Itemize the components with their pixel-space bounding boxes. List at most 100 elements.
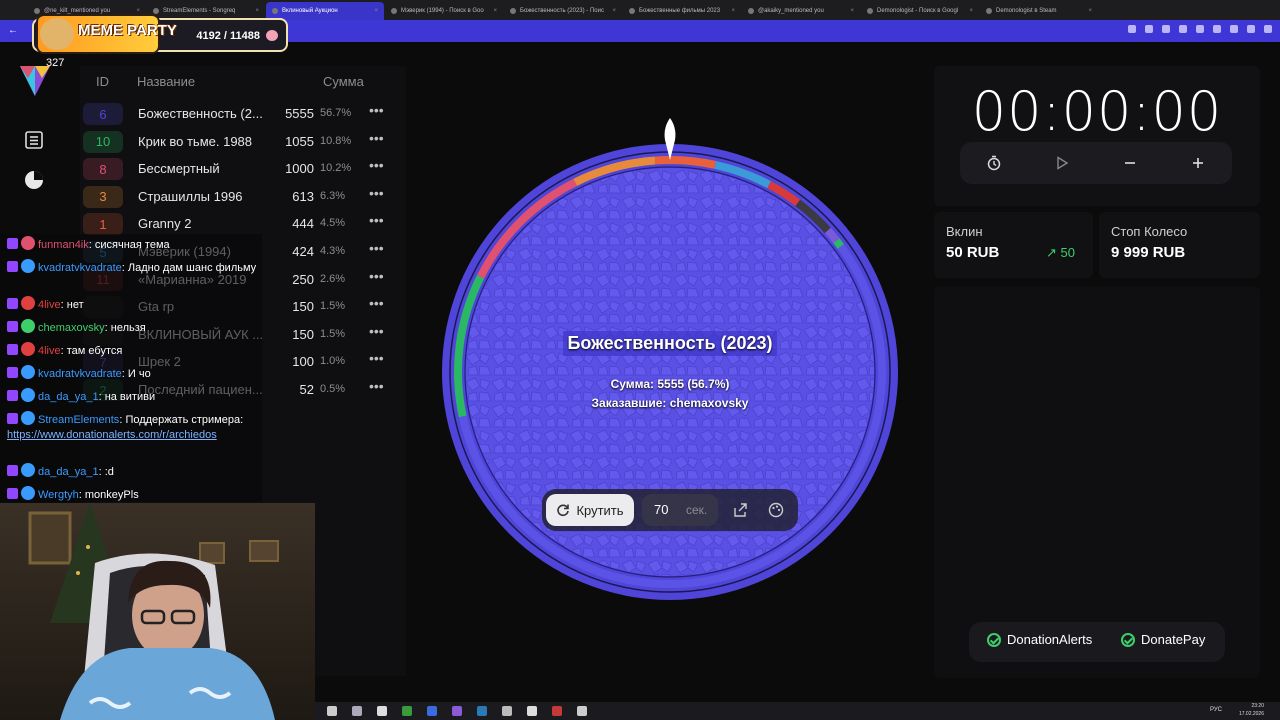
browser-toolbar-icons [1128, 25, 1272, 33]
more-options-icon[interactable]: ••• [369, 130, 384, 146]
browser-tab[interactable]: Demonologist в Steam × [980, 2, 1098, 20]
chat-username[interactable]: da_da_ya_1 [38, 466, 99, 478]
more-options-icon[interactable]: ••• [369, 240, 384, 256]
system-clock[interactable]: 23:20 17.02.2026 [1239, 702, 1264, 718]
donationalerts-label: DonationAlerts [1007, 632, 1093, 647]
lot-percent: 10.2% [320, 162, 352, 175]
chat-username[interactable]: funman4ik [38, 239, 89, 251]
lot-row[interactable]: 3 Страшиллы 1996 613 6.3% ••• [80, 183, 406, 211]
close-tab-icon[interactable]: × [493, 8, 497, 14]
prime-badge-icon [7, 413, 18, 424]
close-tab-icon[interactable]: × [136, 8, 140, 14]
chat-username[interactable]: da_da_ya_1 [38, 391, 99, 403]
more-options-icon[interactable]: ••• [369, 350, 384, 366]
more-options-icon[interactable]: ••• [369, 102, 384, 118]
timer-panel: 00:00:00 [934, 66, 1260, 206]
timer-plus-button[interactable] [1164, 142, 1232, 184]
taskbar-app-icon[interactable] [377, 706, 387, 716]
more-options-icon[interactable]: ••• [369, 378, 384, 394]
chat-link[interactable]: https://www.donationalerts.com/r/archied… [7, 429, 217, 441]
close-tab-icon[interactable]: × [850, 8, 854, 14]
more-options-icon[interactable]: ••• [369, 295, 384, 311]
lot-row[interactable]: 10 Крик во тьме. 1988 1055 10.8% ••• [80, 128, 406, 156]
timer-play-button[interactable] [1028, 142, 1096, 184]
taskbar-app-icon[interactable] [352, 706, 362, 716]
menu-icon[interactable] [1264, 25, 1272, 33]
vklin-card: Вклин 50 RUB ↗ 50 [934, 212, 1093, 278]
chat-username[interactable]: 4live [38, 299, 61, 311]
chat-username[interactable]: kvadratvkvadrate [38, 368, 122, 380]
browser-tab[interactable]: @akaiky_mentioned you × [742, 2, 860, 20]
extension-icon[interactable] [1162, 25, 1170, 33]
timer-minus-button[interactable] [1096, 142, 1164, 184]
taskbar-app-icon[interactable] [402, 706, 412, 716]
prime-badge-icon [7, 488, 18, 499]
spin-button[interactable]: Крутить [546, 494, 634, 526]
lot-percent: 56.7% [320, 107, 352, 119]
lot-sum: 1000 [285, 161, 314, 177]
prime-badge-icon [7, 238, 18, 249]
more-options-icon[interactable]: ••• [369, 323, 384, 339]
taskbar-app-icon[interactable] [452, 706, 462, 716]
taskbar-app-icon[interactable] [477, 706, 487, 716]
lot-id-badge: 3 [83, 185, 123, 208]
browser-tab[interactable]: Demonologist - Поиск в Googl × [861, 2, 979, 20]
taskbar-app-icon[interactable] [527, 706, 537, 716]
extension-icon[interactable] [1145, 25, 1153, 33]
extension-icon[interactable] [1213, 25, 1221, 33]
close-tab-icon[interactable]: × [255, 8, 259, 14]
palette-icon[interactable] [768, 502, 784, 518]
spin-duration-value[interactable]: 70 [654, 502, 668, 517]
taskbar-app-icon[interactable] [502, 706, 512, 716]
keyboard-language[interactable]: РУС [1210, 707, 1222, 713]
close-tab-icon[interactable]: × [374, 8, 378, 14]
lot-sum: 424 [292, 244, 314, 259]
close-tab-icon[interactable]: × [612, 8, 616, 14]
more-options-icon[interactable]: ••• [369, 268, 384, 284]
chat-username[interactable]: 4live [38, 345, 61, 357]
browser-tab[interactable]: Мэверик (1994) - Поиск в Goo × [385, 2, 503, 20]
browser-tab[interactable]: Вклиновый Аукцион × [266, 2, 384, 20]
share-icon[interactable] [732, 502, 748, 518]
chat-username[interactable]: kvadratvkvadrate [38, 262, 122, 274]
taskbar-app-icon[interactable] [552, 706, 562, 716]
chat-username[interactable]: StreamElements [38, 414, 119, 426]
extension-icon[interactable] [1247, 25, 1255, 33]
start-icon[interactable] [327, 706, 337, 716]
fortune-wheel[interactable] [440, 142, 900, 602]
pie-chart-icon[interactable] [24, 170, 44, 190]
meme-party-count: 4192 / 11488 [196, 30, 260, 42]
extension-icon[interactable] [1179, 25, 1187, 33]
chat-username[interactable]: Wergtyh [38, 489, 79, 501]
back-arrow-icon[interactable]: ← [8, 25, 18, 36]
browser-tab-title: Божественные фильмы 2023 [639, 8, 721, 14]
viewer-count: 327 [46, 57, 65, 69]
close-tab-icon[interactable]: × [969, 8, 973, 14]
chat-text: Поддержать стримера: [125, 414, 244, 426]
browser-tab[interactable]: Божественные фильмы 2023 × [623, 2, 741, 20]
extension-icon[interactable] [1196, 25, 1204, 33]
extension-icon[interactable] [1128, 25, 1136, 33]
taskbar-app-icon[interactable] [427, 706, 437, 716]
lot-sum: 100 [292, 354, 314, 370]
more-options-icon[interactable]: ••• [369, 185, 384, 201]
spin-duration-field[interactable]: 70 сек. [642, 494, 718, 526]
close-tab-icon[interactable]: × [731, 8, 735, 14]
donationalerts-status[interactable]: DonationAlerts [987, 632, 1092, 647]
extension-icon[interactable] [1230, 25, 1238, 33]
trend-up-icon: ↗ [1046, 245, 1057, 260]
clock-date: 17.02.2026 [1238, 711, 1264, 717]
prime-badge-icon [7, 298, 18, 309]
chat-username[interactable]: chemaxovsky [38, 322, 105, 334]
more-options-icon[interactable]: ••• [369, 212, 384, 228]
more-options-icon[interactable]: ••• [369, 157, 384, 173]
browser-tab[interactable]: Божественность (2023) - Поис × [504, 2, 622, 20]
lot-row[interactable]: 6 Божественность (2... 5555 56.7% ••• [80, 100, 406, 128]
list-icon[interactable] [24, 130, 44, 150]
lot-row[interactable]: 8 Бессмертный 1000 10.2% ••• [80, 155, 406, 183]
donatepay-status[interactable]: DonatePay [1121, 632, 1205, 647]
taskbar-app-icon[interactable] [577, 706, 587, 716]
meme-party-overlay: MEME PARTY 4192 / 11488 [32, 16, 288, 52]
close-tab-icon[interactable]: × [1088, 8, 1092, 14]
timer-reset-button[interactable] [960, 142, 1028, 184]
